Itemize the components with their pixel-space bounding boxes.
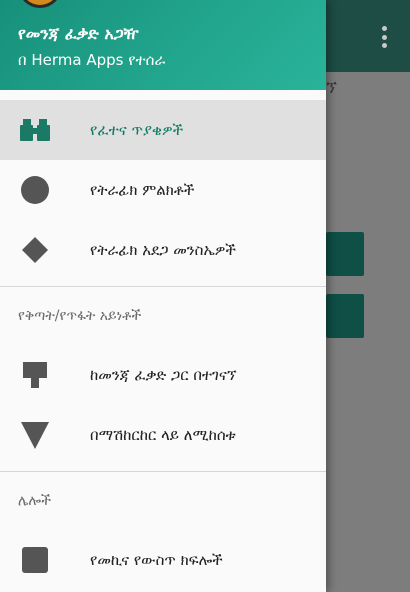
menu-item-label: የመኪና የውስጥ ክፍሎች bbox=[90, 551, 223, 569]
menu-item-label: በማሽከርከር ላይ ለሚከሰቱ bbox=[90, 426, 236, 444]
app-logo bbox=[18, 0, 62, 8]
background-tab-label: ኘ bbox=[326, 78, 338, 98]
binoculars-icon bbox=[20, 115, 50, 145]
menu-item-label: ከመንጃ ፈቃድ ጋር በተገናኘ bbox=[90, 366, 237, 384]
circle-icon bbox=[20, 175, 50, 205]
menu-item-label: የትራፊክ አደጋ መንስኤዎች bbox=[90, 241, 236, 259]
background-button bbox=[326, 232, 364, 276]
shield-sign-icon bbox=[20, 360, 50, 390]
navigation-drawer: የመንጃ ፈቃድ አጋዥ በ Herma Apps የተሰራ የፈተና ጥያቄዎ… bbox=[0, 0, 326, 592]
menu-item-label: የትራፊክ ምልክቶች bbox=[90, 181, 195, 199]
menu-item-label: የፈተና ጥያቄዎች bbox=[90, 121, 184, 139]
background-button bbox=[326, 294, 364, 338]
header-subtitle: በ Herma Apps የተሰራ bbox=[18, 51, 166, 69]
header-title: የመንጃ ፈቃድ አጋዥ bbox=[18, 24, 139, 43]
section-header-others: ሌሎች bbox=[18, 493, 51, 509]
more-vert-icon[interactable] bbox=[382, 26, 388, 48]
menu-item-car-parts[interactable]: የመኪና የውስጥ ክፍሎች bbox=[0, 530, 326, 590]
triangle-down-icon bbox=[20, 420, 50, 450]
drawer-header: የመንጃ ፈቃድ አጋዥ በ Herma Apps የተሰራ bbox=[0, 0, 326, 90]
section-header-penalties: የቅጣት/የጥፋት አይነቶች bbox=[18, 308, 142, 324]
square-icon bbox=[20, 545, 50, 575]
menu-item-license-related[interactable]: ከመንጃ ፈቃድ ጋር በተገናኘ bbox=[0, 345, 326, 405]
menu-item-accident-causes[interactable]: የትራፊክ አደጋ መንስኤዎች bbox=[0, 220, 326, 280]
menu-item-driving-related[interactable]: በማሽከርከር ላይ ለሚከሰቱ bbox=[0, 405, 326, 465]
menu-item-traffic-signs[interactable]: የትራፊክ ምልክቶች bbox=[0, 160, 326, 220]
diamond-icon bbox=[20, 235, 50, 265]
menu-item-exam-questions[interactable]: የፈተና ጥያቄዎች bbox=[0, 100, 326, 160]
